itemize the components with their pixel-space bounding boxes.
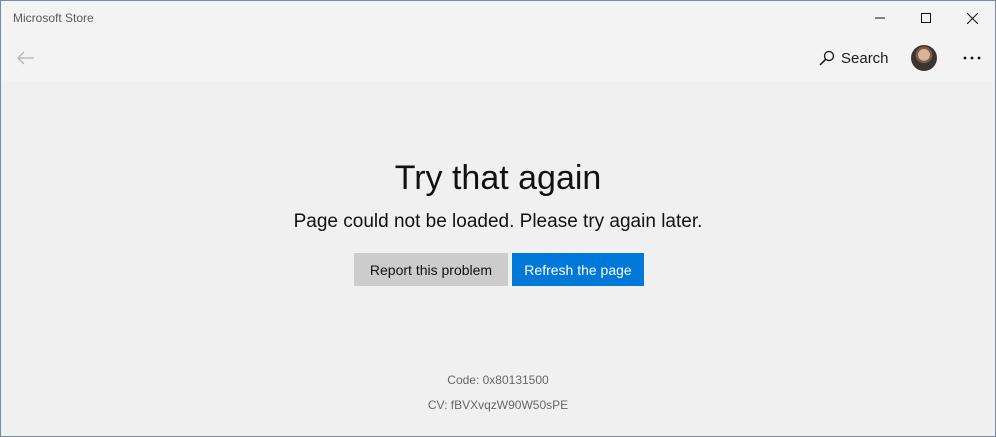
- error-heading: Try that again: [394, 159, 602, 197]
- more-button[interactable]: [957, 43, 987, 73]
- more-icon: [963, 56, 981, 60]
- minimize-button[interactable]: [857, 1, 903, 35]
- close-button[interactable]: [949, 1, 995, 35]
- maximize-button[interactable]: [903, 1, 949, 35]
- nav-bar: Search: [1, 35, 995, 81]
- window-title: Microsoft Store: [13, 11, 94, 25]
- search-label: Search: [841, 49, 889, 67]
- title-bar[interactable]: Microsoft Store: [1, 1, 995, 35]
- report-problem-button[interactable]: Report this problem: [354, 253, 508, 286]
- error-code: Code: 0x80131500: [447, 373, 549, 387]
- maximize-icon: [921, 13, 931, 23]
- minimize-icon: [875, 17, 885, 19]
- app-window: Microsoft Store Search Try that again Pa…: [0, 0, 996, 437]
- back-button[interactable]: [9, 41, 43, 75]
- correlation-vector: CV: fBVXvqzW90W50sPE: [427, 398, 569, 412]
- error-content: Try that again Page could not be loaded.…: [1, 81, 995, 436]
- search-icon: [819, 50, 835, 66]
- error-message: Page could not be loaded. Please try aga…: [293, 211, 703, 232]
- search-button[interactable]: Search: [813, 43, 895, 73]
- avatar[interactable]: [911, 45, 937, 71]
- close-icon: [966, 12, 978, 24]
- refresh-page-button[interactable]: Refresh the page: [512, 253, 644, 286]
- back-arrow-icon: [17, 51, 34, 65]
